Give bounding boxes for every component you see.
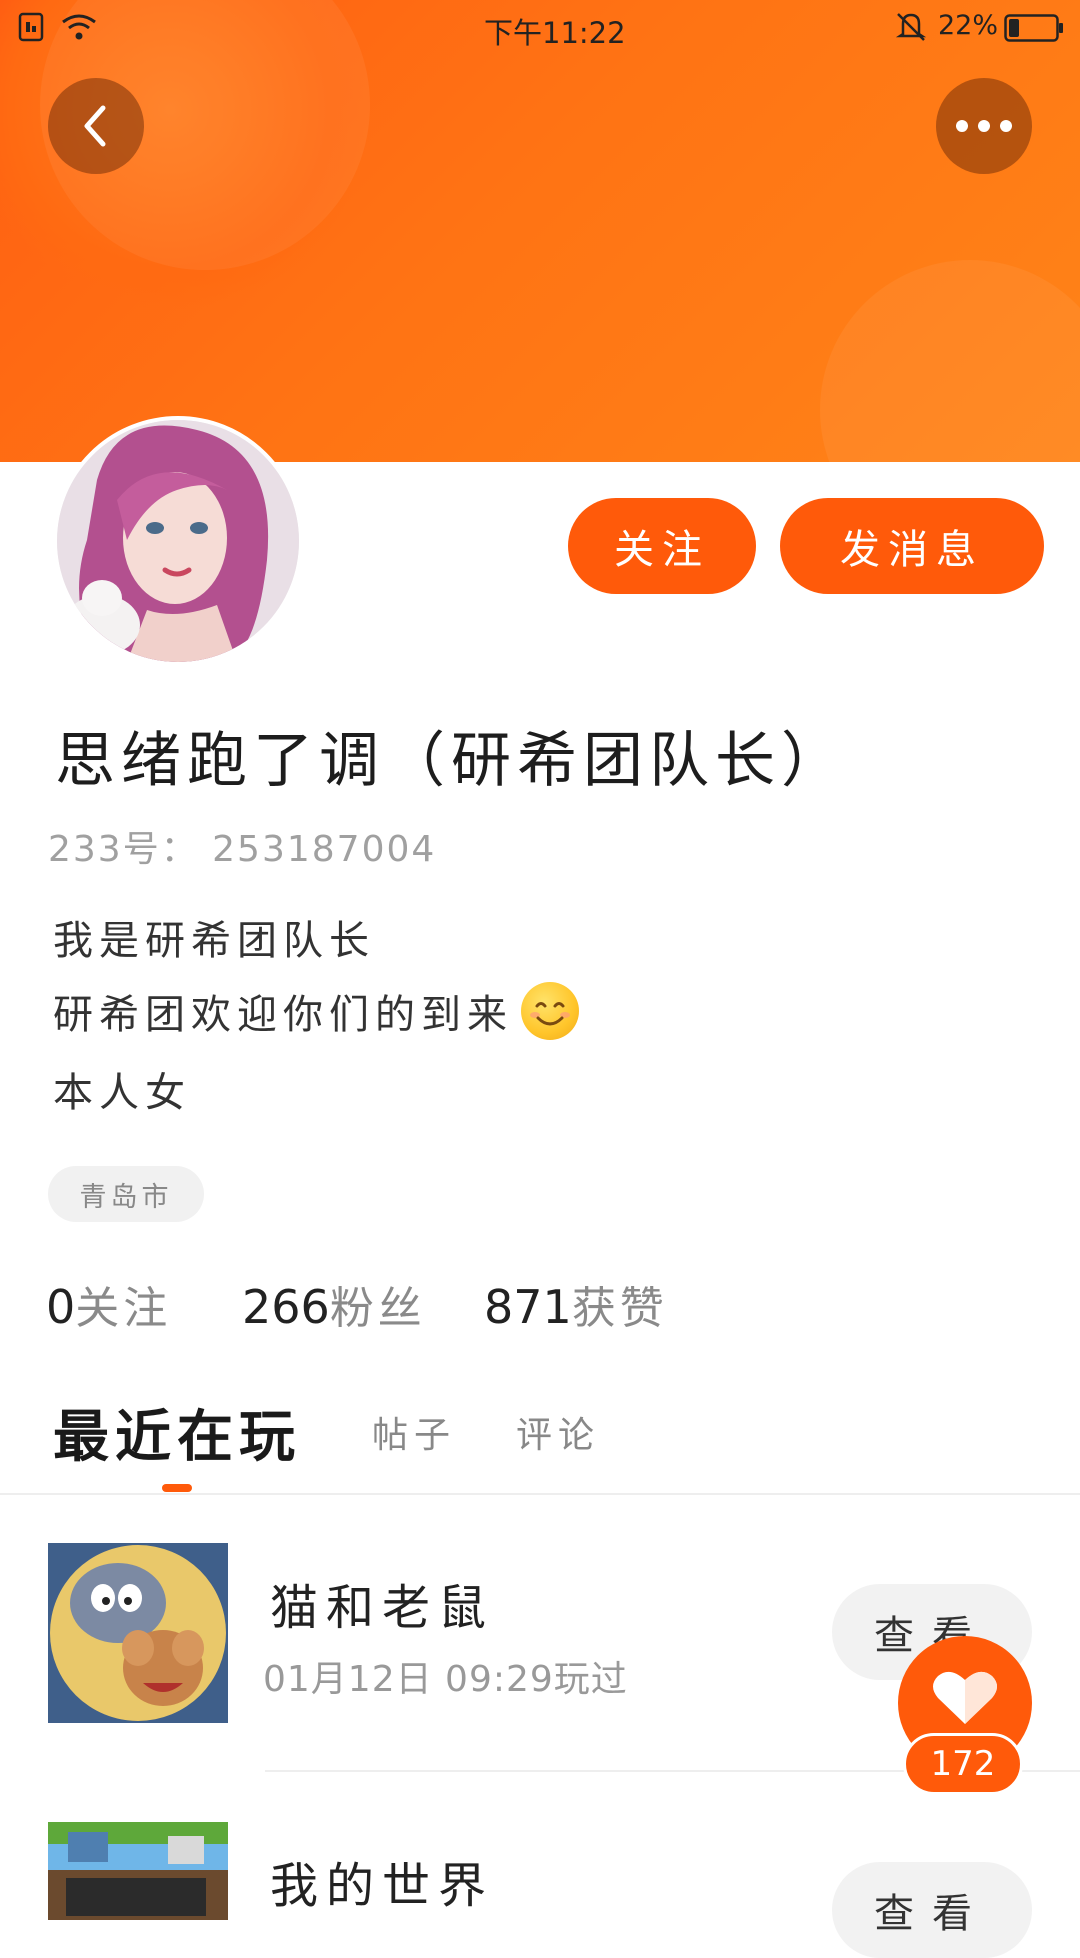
status-bar: 下午11:22 22%: [0, 0, 1080, 52]
location-tag: 青岛市: [48, 1166, 204, 1222]
bell-muted-icon: [894, 10, 928, 49]
game-thumbnail: [48, 1543, 228, 1723]
more-options-button[interactable]: [936, 78, 1032, 174]
game-name: 我的世界: [270, 1858, 495, 1914]
battery-icon: [1004, 14, 1064, 49]
avatar-image: [57, 420, 299, 662]
avatar[interactable]: [53, 416, 303, 666]
bio-text: 研希团欢迎你们的到来: [53, 992, 513, 1038]
stat-value: 0: [46, 1280, 76, 1334]
more-dots-icon: [956, 120, 1012, 132]
back-button[interactable]: [48, 78, 144, 174]
battery-percent: 22%: [938, 10, 999, 41]
tab-posts[interactable]: 帖子: [372, 1406, 456, 1458]
game-name: 猫和老鼠: [270, 1580, 495, 1636]
bio-line: 本人女: [53, 1060, 191, 1118]
chevron-left-icon: [84, 105, 106, 147]
bio-text: 我是研希团队长: [53, 918, 375, 964]
like-count: 172: [903, 1733, 1023, 1795]
nickname: 思绪跑了调（研希团队长）: [55, 726, 847, 796]
bio-line: 我是研希团队长: [53, 908, 375, 966]
smile-emoji-icon: [521, 982, 579, 1040]
bio-text: 本人女: [53, 1070, 191, 1116]
stat-value: 266: [242, 1280, 330, 1334]
tab-indicator: [162, 1484, 192, 1492]
stat-label: 获赞: [571, 1283, 668, 1334]
account-id: 233号： 253187004: [48, 829, 437, 870]
tab-recently-played[interactable]: 最近在玩: [53, 1392, 301, 1473]
send-message-button[interactable]: 发消息: [780, 498, 1044, 594]
stat-label: 粉丝: [329, 1283, 426, 1334]
stat-label: 关注: [75, 1283, 172, 1334]
follow-button[interactable]: 关注: [568, 498, 756, 594]
stat-value: 871: [484, 1280, 572, 1334]
stat-followers[interactable]: 266粉丝: [242, 1272, 426, 1336]
banner-decoration: [820, 260, 1080, 462]
profile-header-banner: [0, 0, 1080, 462]
status-time: 下午11:22: [484, 16, 626, 50]
view-game-button[interactable]: 查看: [832, 1862, 1032, 1958]
tab-comments[interactable]: 评论: [516, 1406, 600, 1458]
heart-icon: [933, 1671, 997, 1724]
wifi-icon: [60, 12, 98, 49]
game-last-played: 01月12日 09:29玩过: [263, 1659, 628, 1700]
game-thumbnail: [48, 1822, 228, 1920]
sim-icon: [18, 12, 46, 49]
stat-following[interactable]: 0关注: [46, 1272, 171, 1336]
stat-likes[interactable]: 871获赞: [484, 1272, 668, 1336]
bio-line: 研希团欢迎你们的到来: [53, 982, 579, 1040]
tabs-divider: [0, 1493, 1080, 1495]
